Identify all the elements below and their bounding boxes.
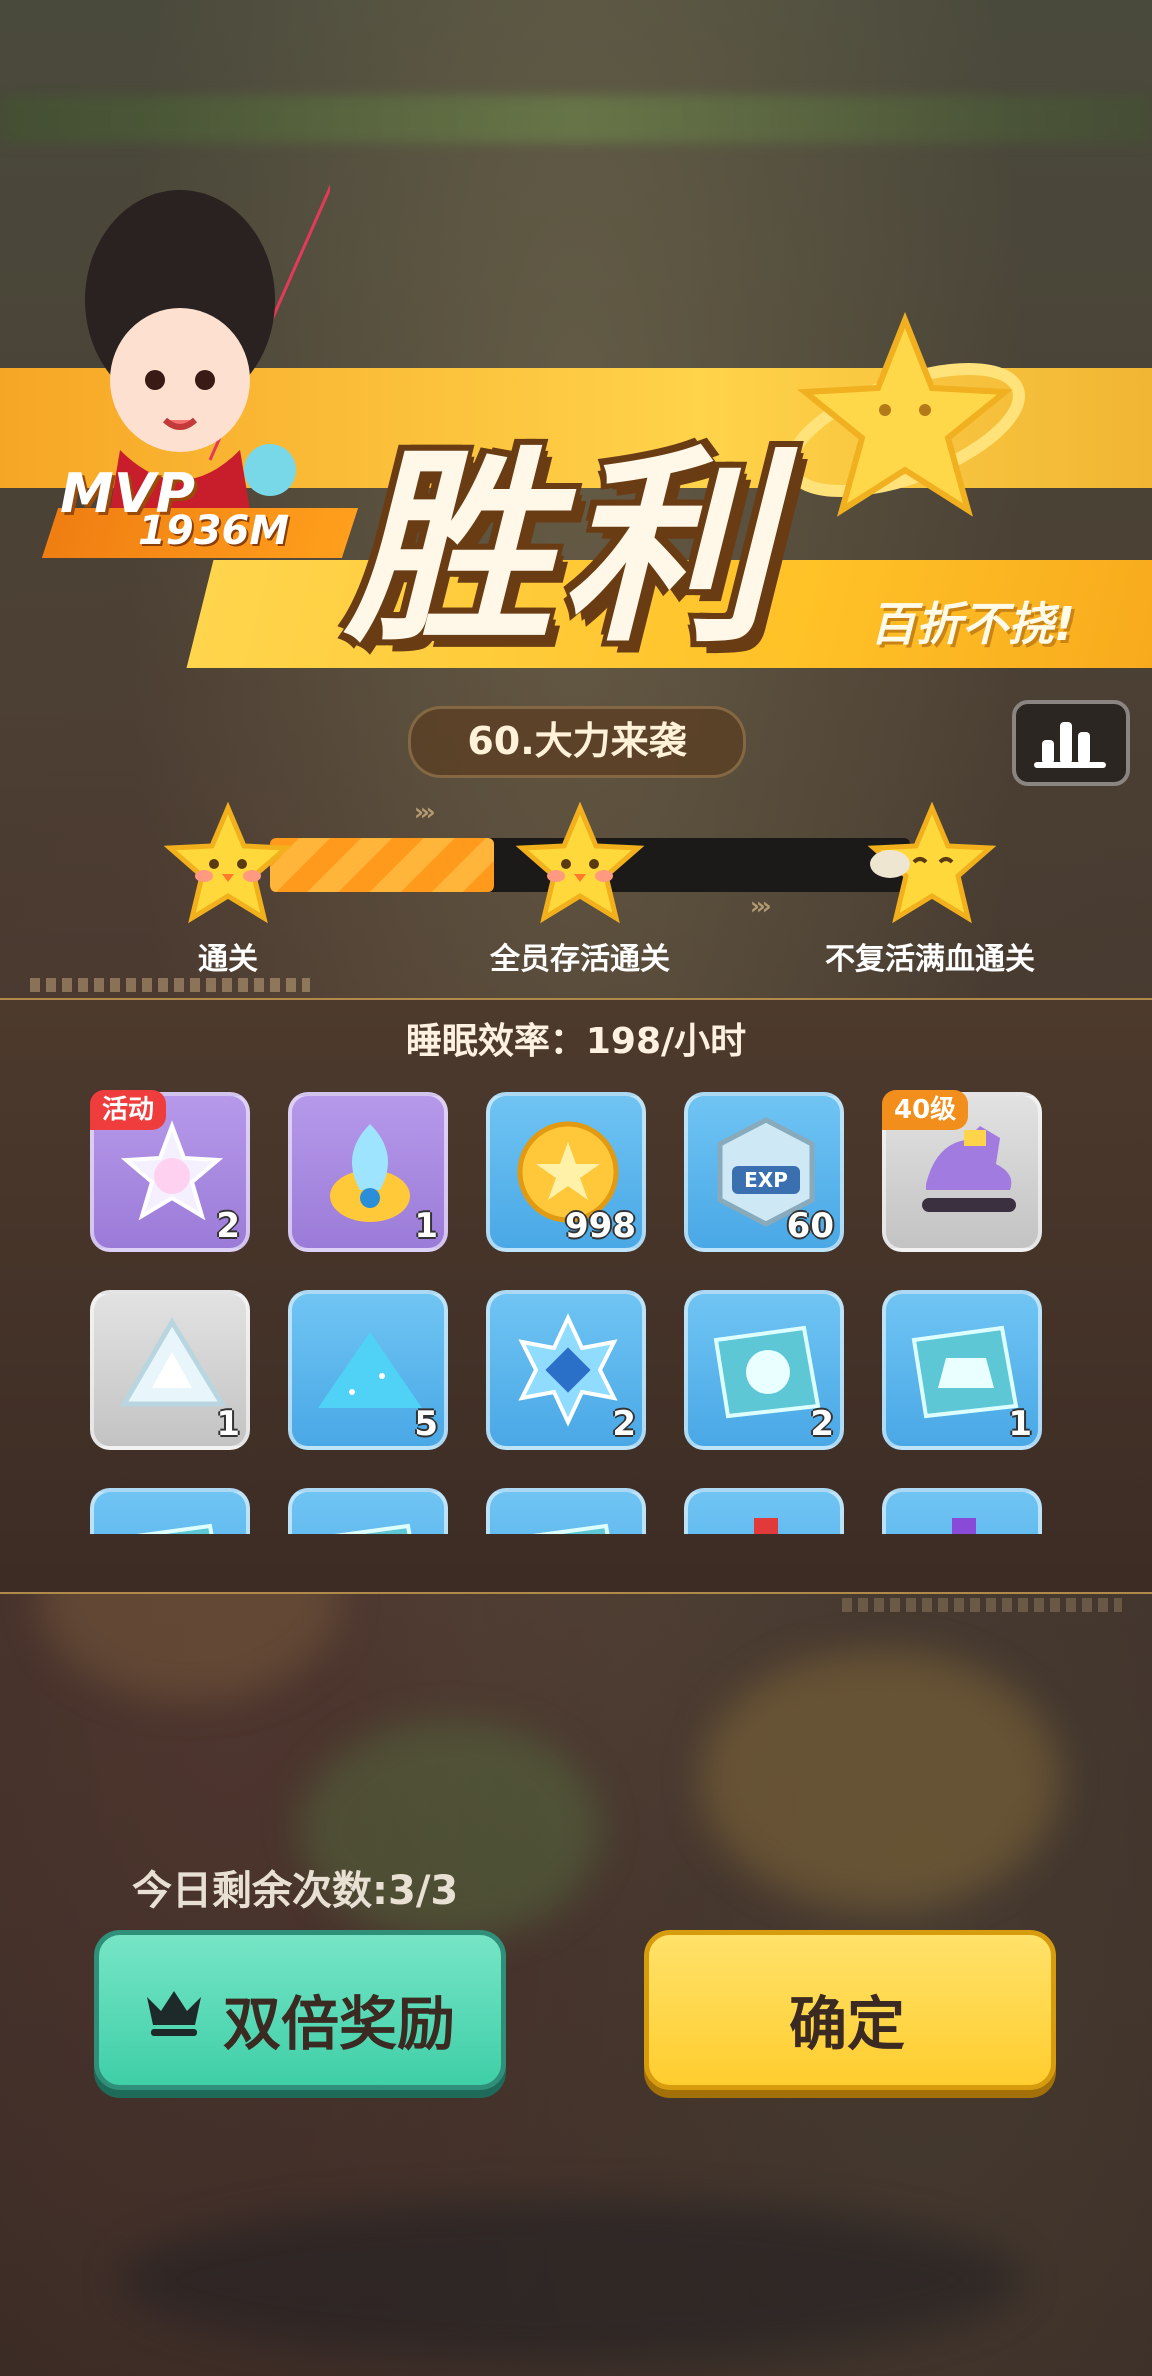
blue-rune-gem-icon bbox=[518, 1313, 618, 1427]
bar-chart-icon bbox=[1034, 722, 1106, 768]
item-badge: 40级 bbox=[882, 1090, 969, 1130]
progress-chevrons: ››› bbox=[414, 798, 436, 826]
reward-items-grid: 2 活动 1 998 EXP 60 40级 1 5 2 2 1 bbox=[90, 1090, 1070, 1534]
reward-item[interactable]: 40级 bbox=[882, 1090, 1042, 1252]
helmet-blueprint-icon bbox=[713, 1325, 821, 1419]
reward-item[interactable]: 2 bbox=[486, 1290, 646, 1450]
confirm-label: 确定 bbox=[789, 1990, 906, 2058]
victory-slogan: 百折不挠! bbox=[870, 597, 1075, 651]
purple-shoe-icon bbox=[922, 1126, 1016, 1212]
reward-item[interactable] bbox=[90, 1488, 250, 1534]
confirm-button[interactable]: 确定 bbox=[644, 1930, 1056, 2090]
item-count: 1 bbox=[216, 1404, 240, 1444]
reward-item[interactable]: 1 bbox=[288, 1092, 448, 1252]
star-3-label: 不复活满血通关 bbox=[825, 942, 1035, 977]
item-badge: 活动 bbox=[90, 1090, 167, 1130]
blueprint-icon bbox=[136, 1523, 214, 1534]
reward-item[interactable]: EXP 60 bbox=[684, 1092, 844, 1252]
reward-item[interactable]: 998 bbox=[486, 1092, 646, 1252]
reward-item[interactable]: 2 活动 bbox=[90, 1090, 250, 1252]
level-name: 60.大力来袭 bbox=[408, 706, 746, 778]
star-3-icon bbox=[868, 802, 996, 924]
star-1-label: 通关 bbox=[198, 942, 258, 977]
reward-item[interactable] bbox=[288, 1488, 448, 1534]
blueprint-icon bbox=[334, 1523, 412, 1534]
item-count: 1 bbox=[1008, 1404, 1032, 1444]
double-reward-label: 双倍奖励 bbox=[223, 1990, 456, 2058]
star-2-icon bbox=[516, 802, 644, 924]
star-1-icon bbox=[164, 802, 292, 924]
panel-decoration bbox=[842, 1598, 1122, 1612]
red-potion-icon bbox=[754, 1518, 778, 1534]
double-reward-button[interactable]: 双倍奖励 bbox=[94, 1930, 506, 2090]
blueprint-icon bbox=[532, 1523, 610, 1534]
item-count: 5 bbox=[414, 1404, 438, 1444]
reward-item[interactable] bbox=[684, 1488, 844, 1534]
reward-item[interactable]: 5 bbox=[288, 1290, 448, 1450]
purple-potion-icon bbox=[952, 1518, 976, 1534]
blue-flame-core-icon bbox=[330, 1124, 410, 1222]
reward-item[interactable]: 1 bbox=[882, 1290, 1042, 1450]
stats-button[interactable] bbox=[1012, 700, 1130, 786]
sleep-efficiency: 睡眠效率：198/小时 bbox=[405, 1021, 747, 1062]
reward-item[interactable] bbox=[882, 1488, 1042, 1534]
panel-decoration bbox=[30, 978, 310, 992]
reward-item[interactable] bbox=[486, 1488, 646, 1534]
item-count: 998 bbox=[565, 1206, 636, 1246]
blue-powder-pile-icon bbox=[318, 1332, 422, 1408]
item-count: 1 bbox=[414, 1206, 438, 1246]
item-count: 2 bbox=[612, 1404, 636, 1444]
mvp-hero-portrait bbox=[85, 184, 330, 510]
item-count: 2 bbox=[216, 1206, 240, 1246]
white-crystal-shard-icon bbox=[119, 1317, 227, 1407]
rainbow-star-bottle-icon bbox=[120, 1120, 224, 1221]
star-progress-fill bbox=[270, 838, 494, 892]
item-count: 60 bbox=[786, 1206, 834, 1246]
victory-title: 胜利 bbox=[345, 429, 777, 671]
reward-item[interactable]: 1 bbox=[90, 1290, 250, 1450]
mvp-score: 1936M bbox=[138, 508, 290, 554]
item-count: 2 bbox=[810, 1404, 834, 1444]
mascot-star-icon bbox=[785, 311, 1025, 517]
progress-chevrons: ››› bbox=[750, 892, 772, 920]
reward-item[interactable]: 2 bbox=[684, 1290, 844, 1450]
armor-blueprint-icon bbox=[911, 1325, 1019, 1419]
svg-text:EXP: EXP bbox=[744, 1168, 788, 1192]
crown-icon bbox=[147, 1991, 201, 2036]
remaining-attempts: 今日剩余次数:3/3 bbox=[132, 1868, 459, 1914]
star-2-label: 全员存活通关 bbox=[490, 942, 670, 977]
